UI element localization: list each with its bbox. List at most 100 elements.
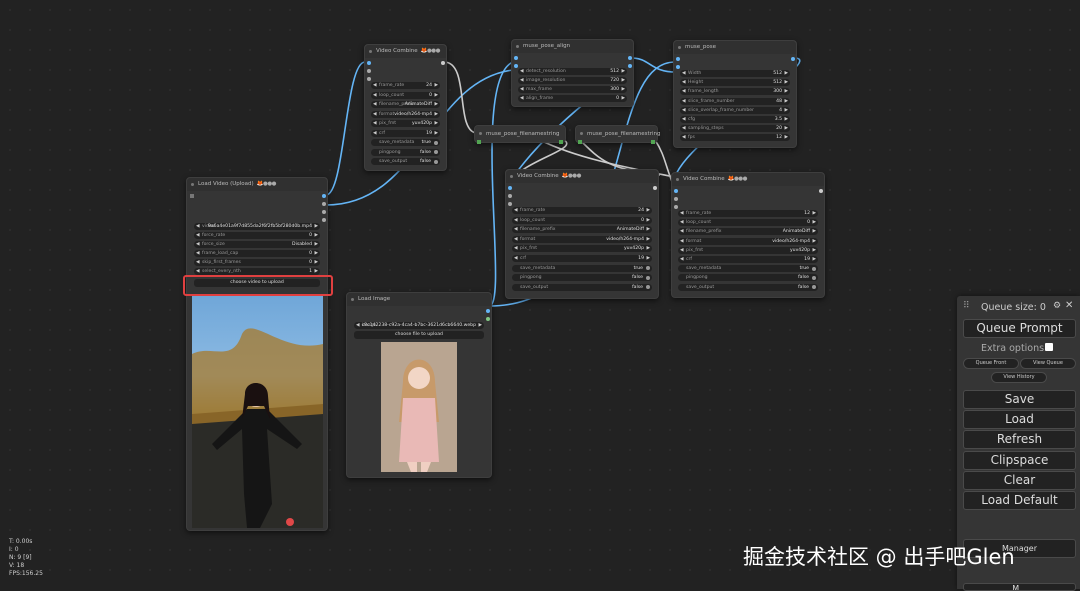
widget-slice-overlap-frame-number[interactable]: ◀ slice_overlap_frame_number 4 ▶	[680, 106, 790, 114]
widget-save-output[interactable]: save_output false	[371, 158, 440, 165]
widget-crf[interactable]: ◀ crf 19 ▶	[678, 256, 818, 263]
muse-pose-filenamestring-node-2[interactable]: muse_pose_filenamestring	[575, 125, 660, 144]
video-combine-node-2[interactable]: Video Combine 🦊●●● ◀ frame_rate 24 ▶ ◀ loop_co…	[505, 169, 659, 299]
widget-crf[interactable]: ◀ crf 19 ▶	[512, 255, 652, 262]
widget-Height[interactable]: ◀ Height 512 ▶	[680, 79, 790, 87]
collapse-dot-icon[interactable]	[479, 132, 482, 135]
node-title[interactable]: Video Combine 🦊●●●	[506, 170, 658, 183]
pose-output-port[interactable]	[628, 56, 632, 60]
collapse-dot-icon[interactable]	[510, 175, 513, 178]
collapse-dot-icon[interactable]	[678, 46, 681, 49]
gear-icon[interactable]: ⚙	[1053, 301, 1061, 311]
meta-batch-input-port[interactable]	[367, 77, 371, 81]
widget-loop-count[interactable]: ◀ loop_count 0 ▶	[512, 216, 652, 224]
video-info-output-port[interactable]	[322, 218, 326, 222]
output-slot-icon[interactable]	[190, 194, 194, 198]
extra-options-checkbox[interactable]	[1045, 343, 1053, 351]
widget-format[interactable]: ◀ format video/h264-mp4 ▶	[678, 237, 818, 245]
muse-pose-node[interactable]: muse_pose ◀ Width 512 ▶ ◀ Height 512 ▶ ◀ frame_le…	[673, 40, 797, 148]
widget-frame-length[interactable]: ◀ frame_length 300 ▶	[680, 88, 790, 96]
audio-input-port[interactable]	[508, 194, 512, 198]
image-output-port[interactable]	[486, 309, 490, 313]
widget-loop-count[interactable]: ◀ loop_count 0 ▶	[678, 219, 818, 227]
widget-slice-frame-number[interactable]: ◀ slice_frame_number 48 ▶	[680, 97, 790, 105]
widget-align-frame[interactable]: ◀ align_frame 0 ▶	[518, 95, 627, 102]
ref-image-input-port[interactable]	[514, 56, 518, 60]
choose-file-upload-button[interactable]: choose file to upload	[354, 331, 484, 339]
meta-batch-input-port[interactable]	[674, 205, 678, 209]
muse-pose-align-node[interactable]: muse_pose_align ◀ detect_resolution 512 ▶ ◀ i…	[511, 39, 634, 107]
widget-pingpong[interactable]: pingpong false	[371, 148, 440, 156]
images-output-port[interactable]	[791, 57, 795, 61]
queue-prompt-button[interactable]: Queue Prompt	[963, 319, 1076, 338]
collapse-dot-icon[interactable]	[676, 178, 679, 181]
close-icon[interactable]: ✕	[1065, 300, 1073, 311]
muse-pose-filenamestring-node-1[interactable]: muse_pose_filenamestring	[474, 125, 566, 144]
node-title[interactable]: Load Video (Upload) 🦊●●●	[187, 178, 327, 191]
widget-save-output[interactable]: save_output false	[678, 283, 818, 291]
collapse-dot-icon[interactable]	[191, 183, 194, 186]
widget-image-resolution[interactable]: ◀ image_resolution 720 ▶	[518, 77, 627, 84]
image-output-port[interactable]	[322, 194, 326, 198]
widget-frame-rate[interactable]: ◀ frame_rate 24 ▶	[512, 207, 652, 214]
node-title[interactable]: Video Combine 🦊●●●	[672, 173, 824, 186]
widget-pix-fmt[interactable]: ◀ pix_fmt yuv420p ▶	[512, 245, 652, 253]
clear-button[interactable]: Clear	[963, 471, 1076, 490]
queue-front-button[interactable]: Queue Front	[963, 358, 1019, 369]
audio-input-port[interactable]	[367, 69, 371, 73]
collapse-dot-icon[interactable]	[580, 132, 583, 135]
widget-cfg[interactable]: ◀ cfg 3.5 ▶	[680, 116, 790, 123]
collapse-dot-icon[interactable]	[351, 298, 354, 301]
widget-format[interactable]: ◀ format video/h264-mp4 ▶	[371, 110, 440, 118]
clipspace-button[interactable]: Clipspace	[963, 451, 1076, 470]
widget-Width[interactable]: ◀ Width 512 ▶	[680, 70, 790, 77]
node-title[interactable]: muse_pose_align	[512, 40, 633, 53]
widget-save-metadata[interactable]: save_metadata true	[371, 139, 440, 146]
images-input-port[interactable]	[674, 189, 678, 193]
widget-select-every-nth[interactable]: ◀ select_every_nth 1 ▶	[194, 268, 320, 275]
widget-format[interactable]: ◀ format video/h264-mp4 ▶	[512, 235, 652, 243]
string-output-slot[interactable]	[651, 140, 655, 144]
load-image-node[interactable]: Load Image ◀ image c8c142238-c92a-4ca4-b7…	[346, 292, 492, 478]
string-output-slot[interactable]	[559, 140, 563, 144]
video-input-port[interactable]	[514, 64, 518, 68]
load-button[interactable]: Load	[963, 410, 1076, 429]
view-history-button[interactable]: View History	[991, 372, 1047, 383]
pose-output-port-2[interactable]	[628, 64, 632, 68]
widget-sampling-steps[interactable]: ◀ sampling_steps 20 ▶	[680, 125, 790, 133]
string-input-slot[interactable]	[578, 140, 582, 144]
video-combine-node-1[interactable]: Video Combine 🦊●●● ◀ frame_rate 24 ▶ ◀ loop_co…	[364, 44, 447, 171]
more-button[interactable]: M...	[963, 583, 1076, 591]
save-button[interactable]: Save	[963, 390, 1076, 409]
widget-save-output[interactable]: save_output false	[512, 283, 652, 291]
mask-output-port[interactable]	[486, 317, 490, 321]
widget-pingpong[interactable]: pingpong false	[512, 274, 652, 282]
widget-skip-first-frames[interactable]: ◀ skip_first_frames 0 ▶	[194, 259, 320, 266]
view-queue-button[interactable]: View Queue	[1020, 358, 1076, 369]
widget-filename-prefix[interactable]: ◀ filename_prefix AnimateDiff ▶	[371, 101, 440, 108]
image-input-port[interactable]	[676, 57, 680, 61]
widget-pix-fmt[interactable]: ◀ pix_fmt yuv420p ▶	[678, 246, 818, 254]
widget-save-metadata[interactable]: save_metadata true	[512, 264, 652, 272]
filenames-output-port[interactable]	[653, 186, 657, 190]
node-title[interactable]: muse_pose	[674, 41, 796, 54]
widget-video[interactable]: ◀ video 9a6a4e01a9f7d855da2f6f2fb5bf280d0b…	[194, 223, 320, 230]
video-input-port[interactable]	[676, 65, 680, 69]
images-input-port[interactable]	[508, 186, 512, 190]
widget-frame-rate[interactable]: ◀ frame_rate 12 ▶	[678, 210, 818, 217]
node-title[interactable]: muse_pose_filenamestring	[475, 126, 565, 142]
widget-filename-prefix[interactable]: ◀ filename_prefix AnimateDiff ▶	[678, 228, 818, 236]
refresh-button[interactable]: Refresh	[963, 430, 1076, 449]
widget-force-size[interactable]: ◀ force_size Disabled ▶	[194, 241, 320, 248]
widget-loop-count[interactable]: ◀ loop_count 0 ▶	[371, 91, 440, 99]
widget-crf[interactable]: ◀ crf 19 ▶	[371, 129, 440, 137]
widget-filename-prefix[interactable]: ◀ filename_prefix AnimateDiff ▶	[512, 226, 652, 234]
queue-panel-header[interactable]: ⠿ Queue size: 0 ⚙ ✕	[957, 296, 1080, 318]
widget-fps[interactable]: ◀ fps 12 ▶	[680, 134, 790, 142]
filenames-output-port[interactable]	[819, 189, 823, 193]
widget-frame-rate[interactable]: ◀ frame_rate 24 ▶	[371, 82, 440, 89]
drag-handle-icon[interactable]: ⠿	[963, 301, 970, 311]
load-video-node[interactable]: Load Video (Upload) 🦊●●● ◀ video 9a6a4e01a9…	[186, 177, 328, 531]
widget-max-frame[interactable]: ◀ max_frame 300 ▶	[518, 86, 627, 93]
collapse-dot-icon[interactable]	[369, 50, 372, 53]
